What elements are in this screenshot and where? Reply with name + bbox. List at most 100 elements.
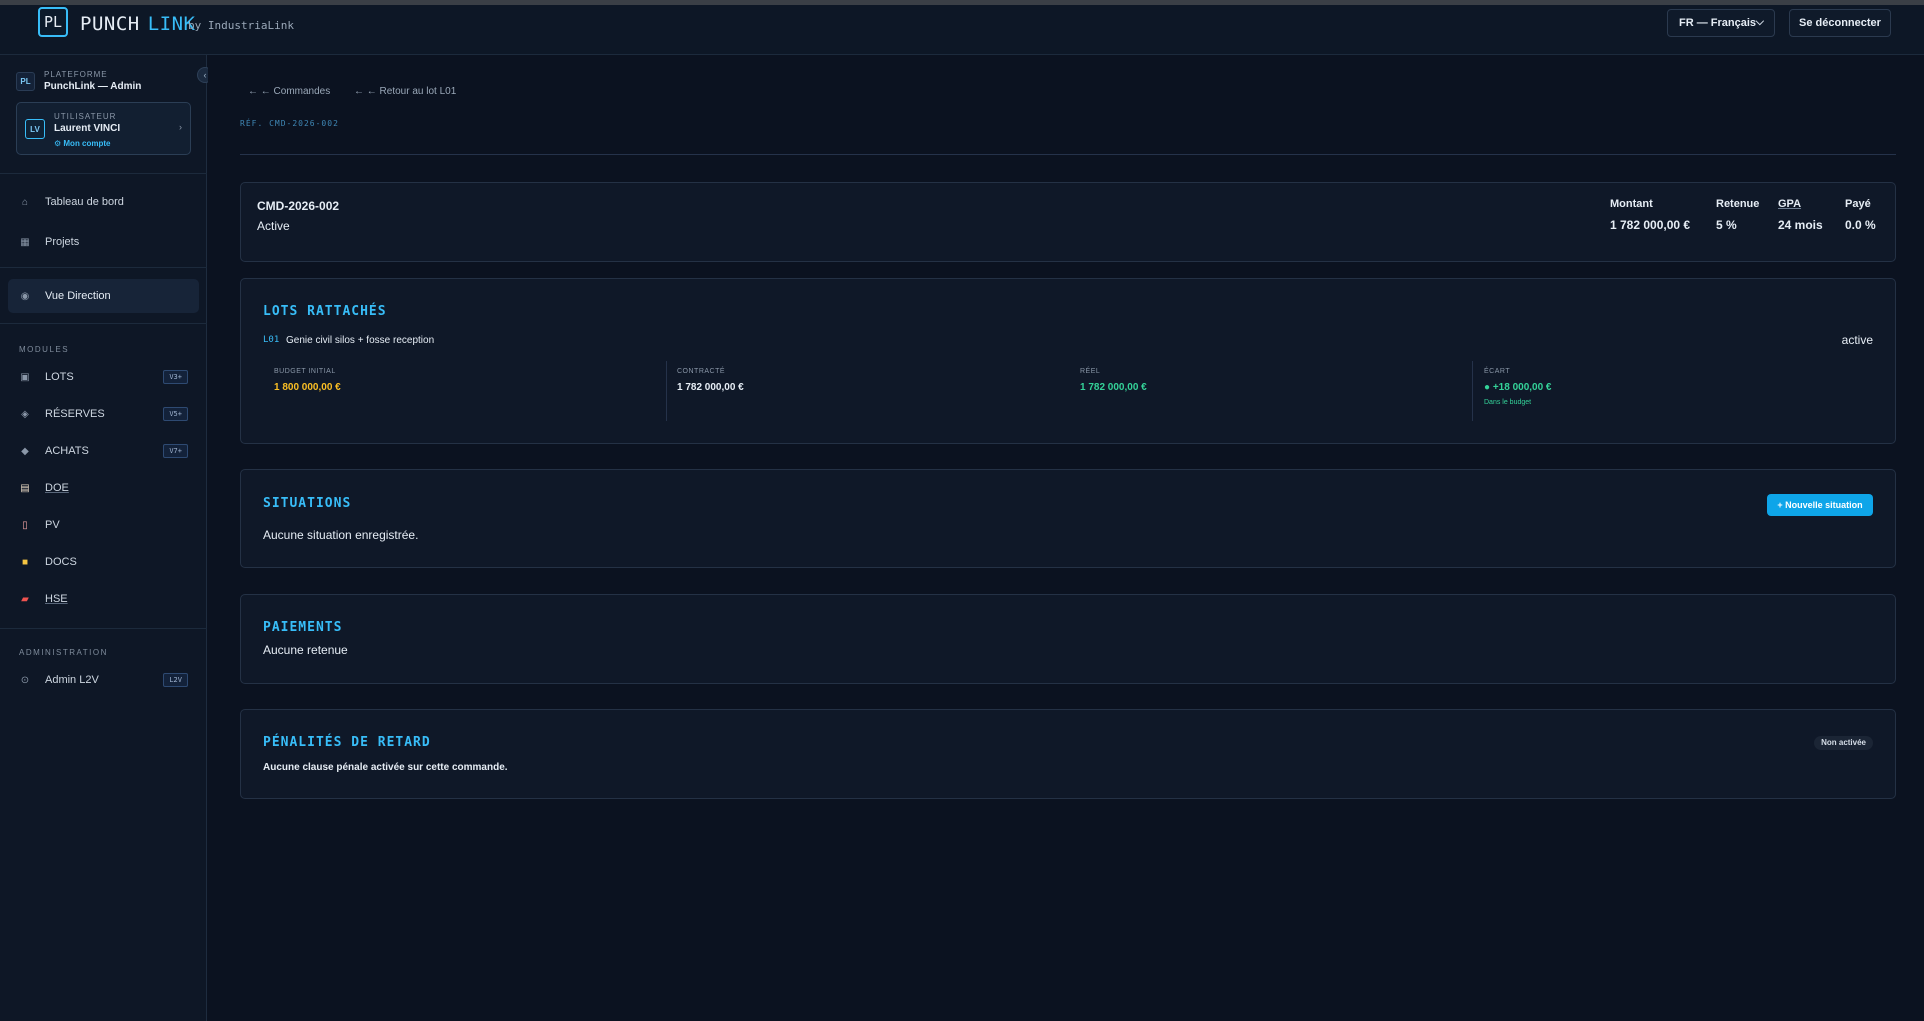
back-to-lot-link[interactable]: ← ← Retour au lot L01 — [354, 86, 456, 97]
language-value: FR — Français — [1679, 17, 1757, 29]
user-card[interactable]: LV UTILISATEUR Laurent VINCI ⚙ Mon compt… — [16, 102, 191, 155]
brand-byline: by IndustriaLink — [188, 19, 294, 32]
metric-value: 5 % — [1716, 218, 1737, 232]
sidebar: ‹ PL PLATEFORME PunchLink — Admin LV UTI… — [0, 55, 213, 1021]
sidebar-item-reserves[interactable]: ◈ RÉSERVES V5+ — [8, 399, 199, 429]
metric-retenue: Retenue 5 % — [1716, 198, 1759, 232]
sidebar-item-label: LOTS — [45, 371, 74, 383]
admin-section-label: ADMINISTRATION — [19, 648, 108, 657]
budget-label: CONTRACTÉ — [677, 368, 726, 375]
order-code: CMD-2026-002 — [257, 199, 340, 213]
metric-label: Retenue — [1716, 198, 1760, 210]
logout-button[interactable]: Se déconnecter — [1789, 9, 1891, 37]
green-circle-icon: ● — [1484, 382, 1491, 393]
sidebar-item-lots[interactable]: ▣ LOTS V3+ — [8, 362, 199, 392]
home-icon: ⌂ — [21, 196, 29, 208]
my-account-link[interactable]: ⚙ Mon compte — [54, 139, 111, 148]
budget-value-row: ● +18 000,00 € — [1484, 382, 1552, 393]
metric-label: GPA — [1778, 198, 1802, 210]
metric-value: 1 782 000,00 € — [1610, 218, 1691, 232]
document-icon: ▯ — [22, 519, 28, 531]
brand-name: PUNCH LINK — [80, 13, 195, 35]
order-reference: RÉF. CMD-2026-002 — [240, 119, 339, 128]
version-badge: V5+ — [163, 407, 188, 421]
empty-state: Aucune clause pénale activée sur cette c… — [263, 762, 508, 773]
back-to-commandes-link[interactable]: ← ← Commandes — [248, 86, 330, 97]
lots-card: LOTS RATTACHÉS L01 Genie civil silos + f… — [240, 278, 1896, 444]
app-header: PL PUNCH LINK by IndustriaLink FR — Franç… — [0, 5, 1924, 55]
lot-name[interactable]: Genie civil silos + fosse reception — [286, 335, 434, 346]
sidebar-item-projects[interactable]: ▦ Projets — [8, 225, 199, 259]
budget-label: ÉCART — [1484, 368, 1511, 375]
section-title: PÉNALITÉS DE RETARD — [263, 735, 431, 750]
budget-value: 1 800 000,00 € — [274, 382, 341, 393]
empty-state: Aucune situation enregistrée. — [263, 528, 419, 542]
sidebar-divider — [0, 323, 207, 324]
chevron-right-icon: › — [179, 122, 182, 132]
metric-label: Montant — [1610, 198, 1653, 210]
lot-code[interactable]: L01 — [263, 335, 279, 345]
metric-value: 0.0 % — [1845, 218, 1876, 232]
sidebar-item-label: Projets — [45, 236, 80, 248]
sidebar-item-hse[interactable]: ▰ HSE — [8, 584, 199, 614]
reserves-icon: ◈ — [21, 408, 29, 420]
clipboard-icon: ▤ — [20, 482, 30, 494]
sidebar-item-doe[interactable]: ▤ DOE — [8, 473, 199, 503]
sidebar-item-achats[interactable]: ◆ ACHATS V7+ — [8, 436, 199, 466]
achats-icon: ◆ — [21, 445, 29, 457]
budget-ecart: ÉCART ● +18 000,00 € Dans le budget — [1484, 361, 1552, 421]
sidebar-item-label: RÉSERVES — [45, 408, 105, 420]
language-select[interactable]: FR — Français ⌵ — [1667, 9, 1775, 37]
sidebar-item-vue-direction[interactable]: ◉ Vue Direction — [8, 279, 199, 313]
version-badge: V7+ — [163, 444, 188, 458]
paiements-card: PAIEMENTS Aucune retenue — [240, 594, 1896, 684]
sidebar-item-label: DOCS — [45, 556, 77, 568]
version-badge: V3+ — [163, 370, 188, 384]
version-badge: L2V — [163, 673, 188, 687]
sidebar-item-label: Vue Direction — [45, 290, 111, 302]
new-situation-button[interactable]: + Nouvelle situation — [1767, 494, 1873, 516]
user-label: UTILISATEUR — [54, 112, 117, 121]
column-divider — [666, 361, 667, 421]
metric-label: Payé — [1845, 198, 1871, 210]
sidebar-divider — [0, 267, 207, 268]
order-summary-card: CMD-2026-002 Active Montant 1 782 000,00… — [240, 182, 1896, 262]
order-status: Active — [257, 219, 290, 233]
section-title: PAIEMENTS — [263, 620, 343, 635]
budget-value: 1 782 000,00 € — [1080, 382, 1147, 393]
section-title: LOTS RATTACHÉS — [263, 304, 387, 319]
brand-part-punch: PUNCH — [80, 13, 140, 35]
platform-name: PunchLink — Admin — [44, 81, 142, 92]
platform-label: PLATEFORME — [44, 70, 108, 79]
sidebar-item-dashboard[interactable]: ⌂ Tableau de bord — [8, 185, 199, 219]
sidebar-item-label: PV — [45, 519, 60, 531]
admin-icon: ⊙ — [20, 674, 30, 686]
sidebar-item-docs[interactable]: ■ DOCS — [8, 547, 199, 577]
modules-section-label: MODULES — [19, 345, 70, 354]
budget-contracte: CONTRACTÉ 1 782 000,00 € — [677, 361, 744, 421]
safety-vest-icon: ▰ — [21, 593, 29, 605]
sidebar-divider — [0, 173, 207, 174]
user-name: Laurent VINCI — [54, 123, 121, 134]
empty-state: Aucune retenue — [263, 643, 348, 657]
metric-gpa: GPA 24 mois — [1778, 198, 1823, 232]
logo[interactable]: PL — [38, 7, 68, 37]
header-divider — [240, 154, 1896, 155]
sidebar-item-pv[interactable]: ▯ PV — [8, 510, 199, 540]
budget-reel: RÉEL 1 782 000,00 € — [1080, 361, 1147, 421]
eye-icon: ◉ — [20, 290, 30, 302]
sidebar-item-admin-l2v[interactable]: ⊙ Admin L2V L2V — [8, 665, 199, 695]
sidebar-item-label: ACHATS — [45, 445, 89, 457]
column-divider — [1472, 361, 1473, 421]
lots-icon: ▣ — [20, 371, 30, 383]
lot-status: active — [1841, 333, 1873, 347]
avatar: LV — [25, 119, 45, 139]
budget-note: Dans le budget — [1484, 399, 1532, 406]
budget-label: RÉEL — [1080, 368, 1101, 375]
chevron-down-icon: ⌵ — [1755, 16, 1764, 28]
metric-montant: Montant 1 782 000,00 € — [1610, 198, 1690, 232]
metric-paye: Payé 0.0 % — [1845, 198, 1876, 232]
sidebar-item-label: Admin L2V — [45, 674, 99, 686]
status-badge: Non activée — [1814, 736, 1873, 750]
section-title: SITUATIONS — [263, 496, 352, 511]
